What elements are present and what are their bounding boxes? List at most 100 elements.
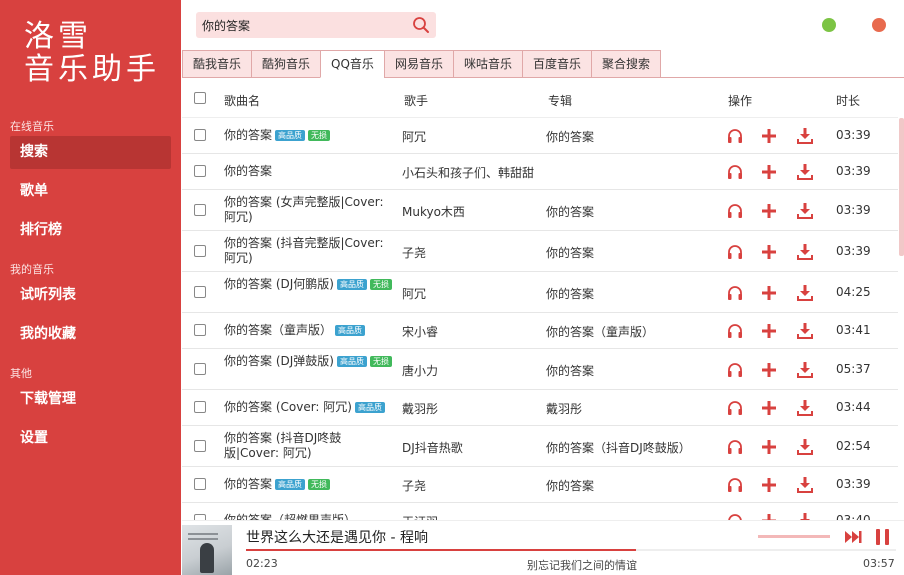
album-cell: 你的答案 (546, 479, 595, 493)
table-row[interactable]: 你的答案 (女声完整版|Cover: 阿冗) Mukyo木西 你的答案 03:39 (182, 190, 898, 231)
select-all-checkbox[interactable] (194, 92, 206, 104)
plus-icon[interactable] (760, 512, 778, 520)
sidebar-item[interactable]: 试听列表 (10, 279, 171, 312)
plus-icon[interactable] (760, 202, 778, 220)
current-time: 02:23 (246, 557, 278, 570)
singer-cell: DJ抖音热歌 (402, 440, 463, 455)
row-actions (726, 243, 826, 263)
song-name-cell: 你的答案（超燃男声版） (224, 513, 394, 520)
pause-icon[interactable] (872, 526, 894, 548)
source-tab[interactable]: 聚合搜索 (590, 50, 661, 78)
row-checkbox[interactable] (194, 285, 206, 298)
search-input[interactable] (202, 14, 402, 36)
headphones-icon[interactable] (726, 512, 744, 520)
sidebar-item[interactable]: 下载管理 (10, 383, 171, 416)
download-icon[interactable] (796, 322, 814, 340)
high-quality-badge: 高品质 (354, 402, 385, 413)
sidebar-item[interactable]: 设置 (10, 422, 171, 455)
plus-icon[interactable] (760, 284, 778, 302)
headphones-icon[interactable] (726, 322, 744, 340)
sidebar-item[interactable]: 我的收藏 (10, 318, 171, 351)
table-scrollbar[interactable] (899, 118, 904, 256)
table-row[interactable]: 你的答案（童声版） 高品质 宋小睿 你的答案（童声版） 03:41 (182, 313, 898, 349)
row-checkbox[interactable] (194, 362, 206, 375)
progress-bar[interactable] (246, 549, 896, 551)
plus-icon[interactable] (760, 163, 778, 181)
album-cover[interactable] (182, 525, 232, 575)
sidebar-section-label: 在线音乐 (10, 120, 54, 133)
plus-icon[interactable] (760, 322, 778, 340)
volume-slider[interactable] (758, 535, 830, 538)
row-actions (726, 322, 826, 342)
headphones-icon[interactable] (726, 163, 744, 181)
table-row[interactable]: 你的答案 (DJ弹鼓版) 高品质 无损 唐小力 你的答案 05:37 (182, 349, 898, 390)
source-tab[interactable]: 百度音乐 (521, 50, 592, 78)
table-row[interactable]: 你的答案（超燃男声版） 王证羽 03:40 (182, 503, 898, 520)
total-time: 03:57 (863, 557, 895, 570)
table-row[interactable]: 你的答案 高品质 无损 子尧 你的答案 03:39 (182, 467, 898, 503)
download-icon[interactable] (796, 284, 814, 302)
source-tab[interactable]: 网易音乐 (383, 50, 454, 78)
song-name: 你的答案 (抖音完整版|Cover: 阿冗) (224, 236, 384, 265)
duration-cell: 03:40 (836, 513, 871, 520)
next-track-icon[interactable] (842, 526, 864, 548)
headphones-icon[interactable] (726, 284, 744, 302)
download-icon[interactable] (796, 361, 814, 379)
source-tab[interactable]: QQ音乐 (320, 50, 385, 78)
sidebar-item[interactable]: 歌单 (10, 175, 171, 208)
minimize-button[interactable] (822, 18, 836, 32)
source-tab[interactable]: 咪咕音乐 (452, 50, 523, 78)
song-name: 你的答案 (女声完整版|Cover: 阿冗) (224, 195, 384, 224)
plus-icon[interactable] (760, 361, 778, 379)
download-icon[interactable] (796, 438, 814, 456)
download-icon[interactable] (796, 202, 814, 220)
singer-cell: 子尧 (402, 479, 427, 493)
progress-fill (246, 549, 636, 551)
download-icon[interactable] (796, 243, 814, 261)
download-icon[interactable] (796, 476, 814, 494)
plus-icon[interactable] (760, 476, 778, 494)
sidebar-item[interactable]: 搜索 (10, 136, 171, 169)
row-checkbox[interactable] (194, 129, 206, 141)
headphones-icon[interactable] (726, 399, 744, 417)
download-icon[interactable] (796, 399, 814, 417)
headphones-icon[interactable] (726, 127, 744, 145)
current-lyric: 别忘记我们之间的情谊 (527, 559, 637, 572)
table-row[interactable]: 你的答案 (Cover: 阿冗) 高品质 戴羽彤 戴羽彤 03:44 (182, 390, 898, 426)
headphones-icon[interactable] (726, 202, 744, 220)
row-checkbox[interactable] (194, 439, 206, 452)
lossless-badge: 无损 (308, 130, 331, 141)
headphones-icon[interactable] (726, 243, 744, 261)
headphones-icon[interactable] (726, 476, 744, 494)
download-icon[interactable] (796, 512, 814, 520)
row-checkbox[interactable] (194, 244, 206, 257)
download-icon[interactable] (796, 163, 814, 181)
download-icon[interactable] (796, 127, 814, 145)
source-tab[interactable]: 酷我音乐 (182, 50, 253, 78)
plus-icon[interactable] (760, 127, 778, 145)
table-row[interactable]: 你的答案 (DJ何鹏版) 高品质 无损 阿冗 你的答案 04:25 (182, 272, 898, 313)
plus-icon[interactable] (760, 399, 778, 417)
sidebar-item[interactable]: 排行榜 (10, 214, 171, 247)
plus-icon[interactable] (760, 438, 778, 456)
row-checkbox[interactable] (194, 478, 206, 490)
song-name: 你的答案（超燃男声版） (224, 513, 357, 520)
plus-icon[interactable] (760, 243, 778, 261)
table-row[interactable]: 你的答案 (抖音DJ咚鼓版|Cover: 阿冗) DJ抖音热歌 你的答案（抖音DJ咚… (182, 426, 898, 467)
headphones-icon[interactable] (726, 361, 744, 379)
row-checkbox[interactable] (194, 324, 206, 336)
table-row[interactable]: 你的答案 (抖音完整版|Cover: 阿冗) 子尧 你的答案 03:39 (182, 231, 898, 272)
close-button[interactable] (872, 18, 886, 32)
high-quality-badge: 高品质 (275, 130, 306, 141)
row-checkbox[interactable] (194, 203, 206, 216)
source-tab[interactable]: 酷狗音乐 (251, 50, 322, 78)
row-checkbox[interactable] (194, 165, 206, 177)
search-icon[interactable] (412, 16, 430, 34)
table-row[interactable]: 你的答案 小石头和孩子们、韩甜甜 03:39 (182, 154, 898, 190)
row-actions (726, 512, 826, 520)
now-playing-title: 世界这么大还是遇见你 - 程响 (246, 530, 428, 546)
table-row[interactable]: 你的答案 高品质 无损 阿冗 你的答案 03:39 (182, 118, 898, 154)
row-checkbox[interactable] (194, 401, 206, 413)
headphones-icon[interactable] (726, 438, 744, 456)
singer-cell: 唐小力 (402, 363, 439, 378)
